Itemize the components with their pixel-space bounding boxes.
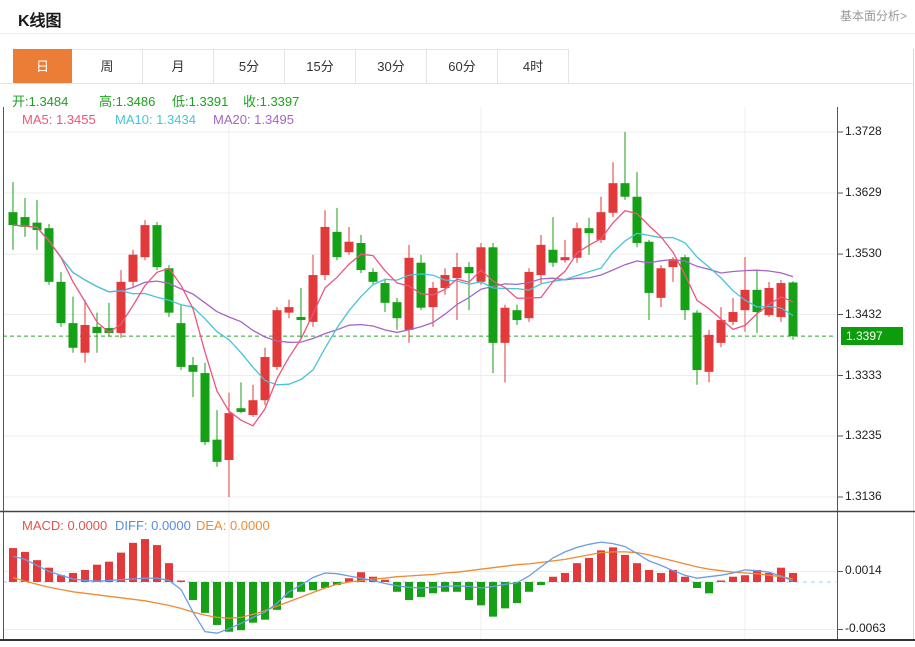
current-price-badge: 1.3397: [841, 327, 903, 346]
price-axis-label: 1.3530: [845, 246, 882, 261]
price-axis-label: 1.3432: [845, 306, 882, 321]
ohlc-low: 低:1.3391: [172, 94, 229, 109]
price-axis-label: 1.3136: [845, 489, 882, 503]
macd-macd: MACD: 0.0000: [22, 518, 108, 533]
macd-axis-label: -0.0063: [845, 621, 886, 636]
tab-month[interactable]: 月: [143, 49, 214, 83]
macd-dea: DEA: 0.0000: [196, 518, 270, 533]
period-tabbar: 日周月 5分 15分 30分 60分 4时: [13, 49, 569, 83]
price-axis-label: 1.3333: [845, 367, 882, 382]
tab-4hour[interactable]: 4时: [498, 49, 569, 83]
page-title: K线图: [18, 13, 62, 30]
price-axis-label: 1.3629: [845, 185, 882, 200]
macd-indicator-row: MACD: 0.0000 DIFF: 0.0000 DEA: 0.0000: [0, 518, 830, 536]
price-axis-label: 1.3728: [845, 124, 882, 138]
ohlc-row: 开:1.3484 高:1.3486 低:1.3391 收:1.3397: [0, 91, 830, 109]
ohlc-open: 开:1.3484: [12, 94, 69, 109]
tab-30min[interactable]: 30分: [356, 49, 427, 83]
ma-ma20: MA20: 1.3495: [213, 112, 294, 127]
macd-diff: DIFF: 0.0000: [115, 518, 191, 533]
tab-week[interactable]: 周: [72, 49, 143, 83]
tab-day[interactable]: 日: [13, 49, 72, 83]
tab-5min[interactable]: 5分: [214, 49, 285, 83]
fundamental-analysis-link[interactable]: 基本面分析>: [840, 7, 907, 24]
tab-60min[interactable]: 60分: [427, 49, 498, 83]
ohlc-high: 高:1.3486: [99, 94, 156, 109]
kline-page: K线图 基本面分析> 日周月 5分 15分 30分 60分 4时 开:1.3484 高:1.…: [0, 0, 915, 647]
tab-15min[interactable]: 15分: [285, 49, 356, 83]
price-axis-label: 1.3235: [845, 427, 882, 442]
ma-ma5: MA5: 1.3455: [22, 112, 96, 127]
ma-row: MA5: 1.3455 MA10: 1.3434 MA20: 1.3495: [0, 112, 830, 130]
ohlc-close: 收:1.3397: [243, 94, 300, 109]
ma-ma10: MA10: 1.3434: [115, 112, 196, 127]
macd-axis-label: 0.0014: [845, 563, 882, 578]
